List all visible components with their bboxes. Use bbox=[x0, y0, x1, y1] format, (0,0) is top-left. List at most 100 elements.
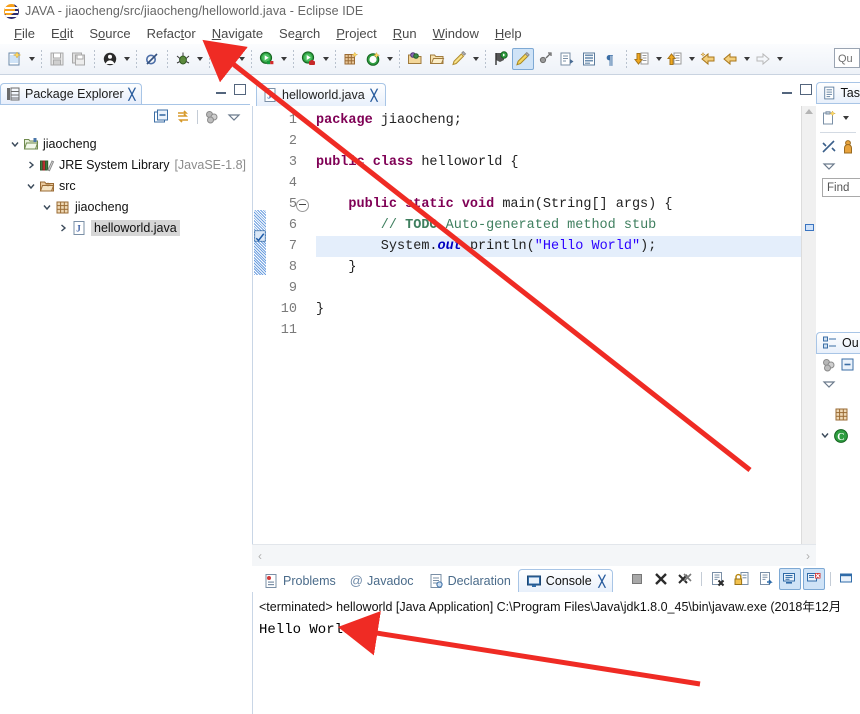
person-icon[interactable] bbox=[840, 139, 856, 155]
show-whitespace-button[interactable] bbox=[578, 48, 600, 70]
close-icon[interactable]: ╳ bbox=[599, 575, 606, 588]
categorize-icon[interactable] bbox=[821, 139, 837, 155]
chevron-right-icon[interactable] bbox=[24, 158, 38, 172]
tree-item-jiaocheng-project[interactable]: jiaocheng bbox=[0, 133, 250, 154]
menu-window[interactable]: Window bbox=[425, 24, 487, 43]
view-menu-icon[interactable] bbox=[821, 158, 837, 174]
next-annotation-dropdown-arrow[interactable] bbox=[653, 48, 664, 70]
menu-run[interactable]: Run bbox=[385, 24, 425, 43]
save-all-button[interactable] bbox=[68, 48, 90, 70]
hide-fields-icon[interactable] bbox=[821, 357, 837, 373]
open-task-button[interactable] bbox=[426, 48, 448, 70]
search-dropdown-arrow[interactable] bbox=[470, 48, 481, 70]
back-dropdown-arrow[interactable] bbox=[741, 48, 752, 70]
open-type-button[interactable] bbox=[404, 48, 426, 70]
close-icon[interactable]: ╳ bbox=[371, 89, 378, 102]
toggle-block-selection-button[interactable] bbox=[556, 48, 578, 70]
new-task-icon[interactable] bbox=[821, 110, 837, 126]
chevron-down-icon[interactable] bbox=[40, 200, 54, 214]
tab-package-explorer[interactable]: Package Explorer ╳ bbox=[0, 83, 143, 104]
word-wrap-button[interactable] bbox=[755, 568, 777, 590]
toggle-mark-occurrences-button[interactable] bbox=[512, 48, 534, 70]
save-button[interactable] bbox=[46, 48, 68, 70]
run-dropdown-arrow[interactable] bbox=[236, 48, 247, 70]
forward-back-button[interactable] bbox=[719, 48, 741, 70]
chevron-right-icon[interactable] bbox=[56, 221, 70, 235]
editor-body[interactable]: 1 2 3 4 5 6 7 8 9 10 11 package jiaochen… bbox=[252, 106, 816, 544]
prev-annotation-dropdown-arrow[interactable] bbox=[686, 48, 697, 70]
refresh-dropdown-arrow[interactable] bbox=[384, 48, 395, 70]
chevron-down-icon[interactable] bbox=[24, 179, 38, 193]
outline-item-package[interactable] bbox=[816, 392, 860, 422]
toggle-formatting-button[interactable]: ¶ bbox=[600, 48, 622, 70]
quick-access-input[interactable]: Qu bbox=[834, 48, 860, 68]
new-java-project-button[interactable] bbox=[340, 48, 362, 70]
tree-item-jre-system-library[interactable]: JRE System Library [JavaSE-1.8] bbox=[0, 154, 250, 175]
tab-declaration[interactable]: Declaration bbox=[421, 569, 518, 592]
tab-javadoc[interactable]: @ Javadoc bbox=[343, 569, 421, 592]
new-java-class-button[interactable] bbox=[99, 48, 121, 70]
scroll-right-arrow-icon[interactable]: › bbox=[806, 549, 810, 563]
menu-navigate[interactable]: Navigate bbox=[204, 24, 271, 43]
menu-edit[interactable]: Edit bbox=[43, 24, 81, 43]
link-with-editor-button[interactable] bbox=[534, 48, 556, 70]
menu-refactor[interactable]: Refactor bbox=[139, 24, 204, 43]
code-text-area[interactable]: package jiaocheng; public class hellowor… bbox=[302, 106, 801, 544]
tree-item-helloworld-java[interactable]: J helloworld.java bbox=[0, 217, 250, 238]
scroll-left-arrow-icon[interactable]: ‹ bbox=[258, 549, 262, 563]
skip-breakpoints-button[interactable] bbox=[141, 48, 163, 70]
run-external-tools-dropdown-arrow[interactable] bbox=[320, 48, 331, 70]
find-input[interactable]: Find bbox=[822, 178, 860, 197]
terminate-button[interactable] bbox=[626, 568, 648, 590]
tree-item-src[interactable]: src bbox=[0, 175, 250, 196]
tab-console[interactable]: Console ╳ bbox=[517, 569, 614, 592]
menu-source[interactable]: Source bbox=[81, 24, 138, 43]
todo-marker-icon[interactable] bbox=[254, 230, 266, 242]
editor-vertical-scrollbar[interactable] bbox=[801, 106, 816, 544]
tree-item-package-jiaocheng[interactable]: jiaocheng bbox=[0, 196, 250, 217]
open-console-button[interactable] bbox=[836, 568, 858, 590]
display-selected-console-button[interactable] bbox=[803, 568, 825, 590]
overview-ruler-marker[interactable] bbox=[805, 224, 814, 231]
editor-horizontal-scrollbar[interactable]: ‹ › bbox=[252, 544, 816, 566]
tab-problems[interactable]: Problems bbox=[256, 569, 343, 592]
run-coverage-button[interactable] bbox=[256, 48, 278, 70]
chevron-down-icon[interactable] bbox=[840, 107, 851, 129]
minimize-icon[interactable] bbox=[215, 85, 227, 95]
collapse-all-icon[interactable] bbox=[153, 109, 169, 125]
menu-file[interactable]: File bbox=[6, 24, 43, 43]
view-menu-icon[interactable] bbox=[226, 109, 242, 125]
run-button[interactable] bbox=[214, 48, 236, 70]
previous-annotation-button[interactable] bbox=[490, 48, 512, 70]
link-with-editor-icon[interactable] bbox=[175, 109, 191, 125]
run-coverage-dropdown-arrow[interactable] bbox=[278, 48, 289, 70]
maximize-icon[interactable] bbox=[800, 84, 812, 95]
maximize-icon[interactable] bbox=[234, 84, 246, 95]
debug-button[interactable] bbox=[172, 48, 194, 70]
prev-annotation-button[interactable] bbox=[664, 48, 686, 70]
chevron-down-icon[interactable] bbox=[820, 429, 830, 443]
debug-dropdown-arrow[interactable] bbox=[194, 48, 205, 70]
outline-item-class[interactable]: C bbox=[816, 422, 860, 444]
forward-button[interactable] bbox=[752, 48, 774, 70]
view-menu-focus-icon[interactable] bbox=[204, 109, 220, 125]
collapse-all-icon[interactable] bbox=[840, 357, 856, 373]
clear-console-button[interactable] bbox=[707, 568, 729, 590]
remove-launch-button[interactable] bbox=[650, 568, 672, 590]
tab-helloworld-java[interactable]: J helloworld.java ╳ bbox=[256, 83, 387, 106]
annotation-ruler[interactable] bbox=[253, 106, 267, 544]
new-java-class-dropdown-arrow[interactable] bbox=[121, 48, 132, 70]
menu-project[interactable]: Project bbox=[328, 24, 384, 43]
minimize-icon[interactable] bbox=[781, 85, 793, 95]
next-annotation-button[interactable] bbox=[631, 48, 653, 70]
new-wizard-dropdown-arrow[interactable] bbox=[26, 48, 37, 70]
close-icon[interactable]: ╳ bbox=[129, 88, 136, 101]
run-external-tools-button[interactable] bbox=[298, 48, 320, 70]
scroll-lock-button[interactable] bbox=[731, 568, 753, 590]
view-menu-icon[interactable] bbox=[821, 376, 837, 392]
console-body[interactable]: <terminated> helloworld [Java Applicatio… bbox=[252, 592, 860, 714]
new-wizard-button[interactable] bbox=[4, 48, 26, 70]
tab-task-list[interactable]: Tas bbox=[816, 82, 860, 104]
remove-all-launches-button[interactable] bbox=[674, 568, 696, 590]
menu-search[interactable]: Search bbox=[271, 24, 328, 43]
